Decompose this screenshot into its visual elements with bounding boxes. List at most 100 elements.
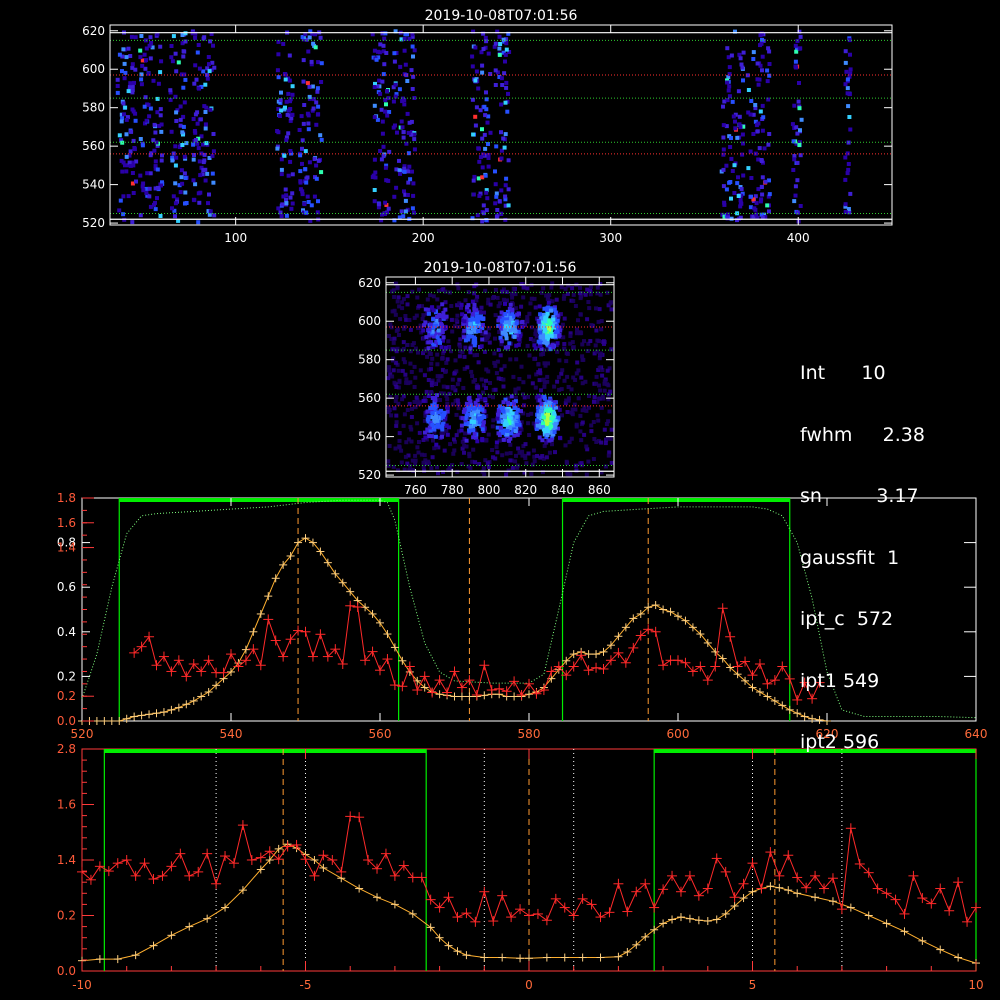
image-pixel <box>467 454 472 459</box>
image-pixel <box>521 380 526 385</box>
image-pixel <box>453 324 458 329</box>
image-pixel <box>319 170 324 175</box>
image-pixel <box>394 423 399 428</box>
image-pixel <box>578 285 582 290</box>
image-pixel <box>541 415 546 420</box>
image-pixel <box>193 63 198 68</box>
image-pixel <box>556 334 561 339</box>
image-pixel <box>387 408 392 412</box>
image-pixel <box>276 206 281 211</box>
image-pixel <box>411 193 416 198</box>
image-pixel <box>754 212 759 217</box>
image-pixel <box>402 412 407 417</box>
x-tick-label: 200 <box>412 231 435 245</box>
image-pixel <box>557 358 562 363</box>
image-pixel <box>602 427 607 432</box>
image-pixel <box>279 172 284 177</box>
image-pixel <box>401 423 406 428</box>
image-pixel <box>504 336 509 341</box>
image-pixel <box>609 347 614 352</box>
image-pixel <box>306 121 311 126</box>
image-pixel <box>486 156 491 160</box>
image-pixel <box>727 84 732 89</box>
image-pixel <box>436 410 441 415</box>
image-pixel <box>729 136 733 140</box>
image-pixel <box>170 206 174 211</box>
image-pixel <box>506 345 511 350</box>
image-pixel <box>584 472 589 477</box>
image-pixel <box>486 51 491 56</box>
image-pixel <box>305 111 310 116</box>
image-pixel <box>585 287 590 292</box>
image-pixel <box>588 339 593 343</box>
image-pixel <box>450 329 455 334</box>
image-pixel <box>486 369 491 374</box>
image-pixel <box>143 95 148 100</box>
image-pixel <box>319 80 324 84</box>
image-pixel <box>485 120 490 125</box>
image-pixel <box>407 164 412 169</box>
image-pixel <box>494 194 499 199</box>
image-pixel <box>405 193 410 197</box>
image-pixel <box>138 55 143 60</box>
x-tick-label: 560 <box>369 727 392 741</box>
image-pixel <box>431 294 436 299</box>
param-value: 10 <box>861 362 886 384</box>
image-pixel <box>583 292 588 297</box>
y-tick-label: 600 <box>82 62 105 76</box>
image-pixel <box>275 146 280 151</box>
image-pixel <box>385 113 390 118</box>
image-pixel <box>493 68 498 73</box>
image-pixel <box>423 307 428 312</box>
image-pixel <box>372 103 377 108</box>
image-pixel <box>578 429 583 434</box>
image-pixel <box>197 66 202 71</box>
image-pixel <box>572 402 577 407</box>
image-pixel <box>501 377 506 382</box>
image-pixel <box>174 69 179 74</box>
image-pixel <box>799 117 804 122</box>
image-pixel <box>847 115 852 119</box>
image-pixel <box>407 120 412 125</box>
image-pixel <box>417 287 421 292</box>
image-pixel <box>430 422 435 427</box>
image-pixel <box>148 204 153 209</box>
image-pixel <box>139 72 144 77</box>
image-pixel <box>408 380 413 385</box>
image-pixel <box>559 285 564 290</box>
image-pixel <box>432 446 437 451</box>
image-pixel <box>721 135 726 140</box>
image-pixel <box>760 68 764 73</box>
image-pixel <box>549 308 553 313</box>
image-pixel <box>170 158 175 163</box>
image-pixel <box>405 302 410 307</box>
image-pixel <box>759 159 764 163</box>
image-pixel <box>158 113 163 118</box>
x-tick-label: 640 <box>965 727 988 741</box>
image-pixel <box>159 158 164 163</box>
image-pixel <box>279 108 284 113</box>
image-pixel <box>499 188 504 193</box>
image-pixel <box>124 132 129 137</box>
image-pixel <box>765 79 770 84</box>
image-pixel <box>495 359 500 364</box>
image-pixel <box>503 52 508 57</box>
image-pixel <box>192 81 197 86</box>
image-pixel <box>726 88 731 93</box>
image-pixel <box>732 163 737 168</box>
image-pixel <box>474 105 479 110</box>
image-pixel <box>798 34 803 39</box>
image-pixel <box>495 208 500 212</box>
image-pixel <box>387 149 392 154</box>
image-pixel <box>386 376 391 381</box>
image-pixel <box>583 379 588 384</box>
image-pixel <box>596 396 601 401</box>
image-pixel <box>581 357 586 362</box>
image-pixel <box>578 331 583 336</box>
image-pixel <box>721 147 726 152</box>
image-pixel <box>412 364 417 369</box>
image-pixel <box>730 169 735 173</box>
image-pixel <box>314 163 319 168</box>
image-pixel <box>129 34 134 39</box>
image-pixel <box>126 89 131 94</box>
